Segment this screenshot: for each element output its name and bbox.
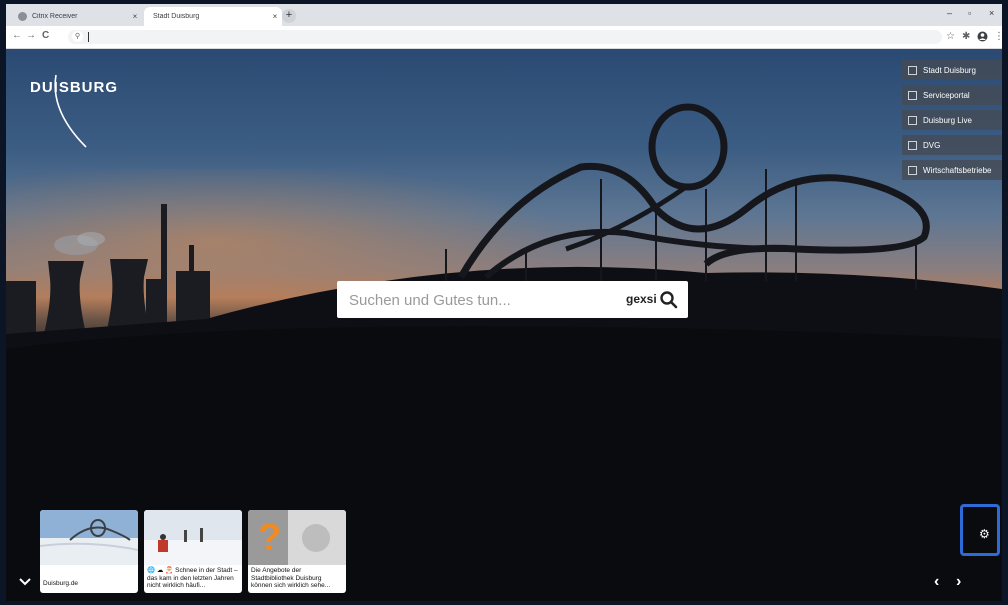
ext-link-duisburg-live[interactable]: Duisburg Live [902, 110, 1002, 130]
extensions-icon[interactable]: ✱ [962, 31, 970, 42]
external-link-icon [908, 115, 917, 125]
external-link-icon [908, 90, 917, 100]
card-stadtbibliothek[interactable]: ? Die Angebote der Stadtbibliothek Duisb… [248, 510, 346, 593]
card-caption: Die Angebote der Stadtbibliothek Duisbur… [251, 567, 331, 589]
browser-toolbar: ← → C ⚲ ☆ ✱ ⋮ [6, 26, 1002, 49]
tab-stadt-duisburg[interactable]: Stadt Duisburg × [144, 7, 282, 26]
card-caption: Duisburg.de [43, 580, 79, 587]
ext-link-stadt-duisburg[interactable]: Stadt Duisburg [902, 60, 1002, 80]
card-image: ? [248, 510, 346, 565]
forward-icon[interactable]: → [26, 30, 36, 41]
tab-bar: Citrix Receiver × Stadt Duisburg × + – ▫… [6, 4, 1002, 26]
search-icon: ⚲ [72, 31, 83, 42]
card-schnee-in-der-stadt[interactable]: 🌐 ☁ 🎅 Schnee in der Stadt – das kam in d… [144, 510, 242, 593]
page-viewport: DUISBURG Stadt Duisburg Serviceportal Du… [6, 49, 1002, 601]
external-links-list: Stadt Duisburg Serviceportal Duisburg Li… [902, 60, 1002, 185]
gexsi-brand-label: gexsi [626, 292, 657, 306]
search-icon[interactable] [659, 290, 679, 310]
ext-link-label: Wirtschaftsbetriebe [923, 165, 992, 175]
ext-link-label: Stadt Duisburg [923, 65, 976, 75]
external-link-icon [908, 65, 917, 75]
next-arrow-icon[interactable]: › [956, 573, 961, 591]
tab-citrix-receiver[interactable]: Citrix Receiver × [10, 7, 142, 26]
ext-link-label: Duisburg Live [923, 115, 972, 125]
tab-close-icon[interactable]: × [268, 12, 282, 21]
card-caption: 🌐 ☁ 🎅 Schnee in der Stadt – das kam in d… [147, 567, 238, 589]
chevron-down-icon[interactable] [18, 577, 32, 587]
external-link-icon [908, 165, 917, 175]
menu-icon[interactable]: ⋮ [994, 31, 1002, 42]
ext-link-dvg[interactable]: DVG [902, 135, 1002, 155]
text-caret [88, 32, 89, 42]
external-link-icon [908, 140, 917, 150]
browser-window: Citrix Receiver × Stadt Duisburg × + – ▫… [6, 4, 1002, 601]
close-window-icon[interactable]: × [989, 8, 994, 18]
maximize-icon[interactable]: ▫ [968, 8, 971, 18]
duisburg-logo-arc-icon [54, 74, 87, 148]
star-icon[interactable]: ☆ [946, 31, 955, 42]
card-image [40, 510, 138, 565]
ext-link-serviceportal[interactable]: Serviceportal [902, 85, 1002, 105]
ext-link-label: DVG [923, 140, 941, 150]
settings-button[interactable]: ⚙ [960, 504, 1000, 556]
tab-title: Stadt Duisburg [153, 13, 200, 20]
address-bar[interactable]: ⚲ [68, 30, 942, 44]
new-tab-button[interactable]: + [282, 9, 296, 23]
card-duisburg-de[interactable]: Duisburg.de [40, 510, 138, 593]
gear-icon: ⚙ [979, 527, 990, 541]
tab-title: Citrix Receiver [32, 13, 78, 20]
search-input[interactable] [347, 288, 601, 312]
profile-icon[interactable] [977, 31, 988, 42]
prev-arrow-icon[interactable]: ‹ [934, 573, 939, 591]
citrix-favicon-icon [18, 12, 27, 21]
search-box: gexsi [337, 281, 688, 318]
reload-icon[interactable]: C [42, 30, 49, 41]
ext-link-wirtschaftsbetriebe[interactable]: Wirtschaftsbetriebe [902, 160, 1002, 180]
back-icon[interactable]: ← [12, 30, 22, 41]
tab-close-icon[interactable]: × [128, 12, 142, 21]
ext-link-label: Serviceportal [923, 90, 970, 100]
minimize-icon[interactable]: – [947, 8, 952, 18]
card-image [144, 510, 242, 565]
svg-text:?: ? [258, 517, 281, 559]
